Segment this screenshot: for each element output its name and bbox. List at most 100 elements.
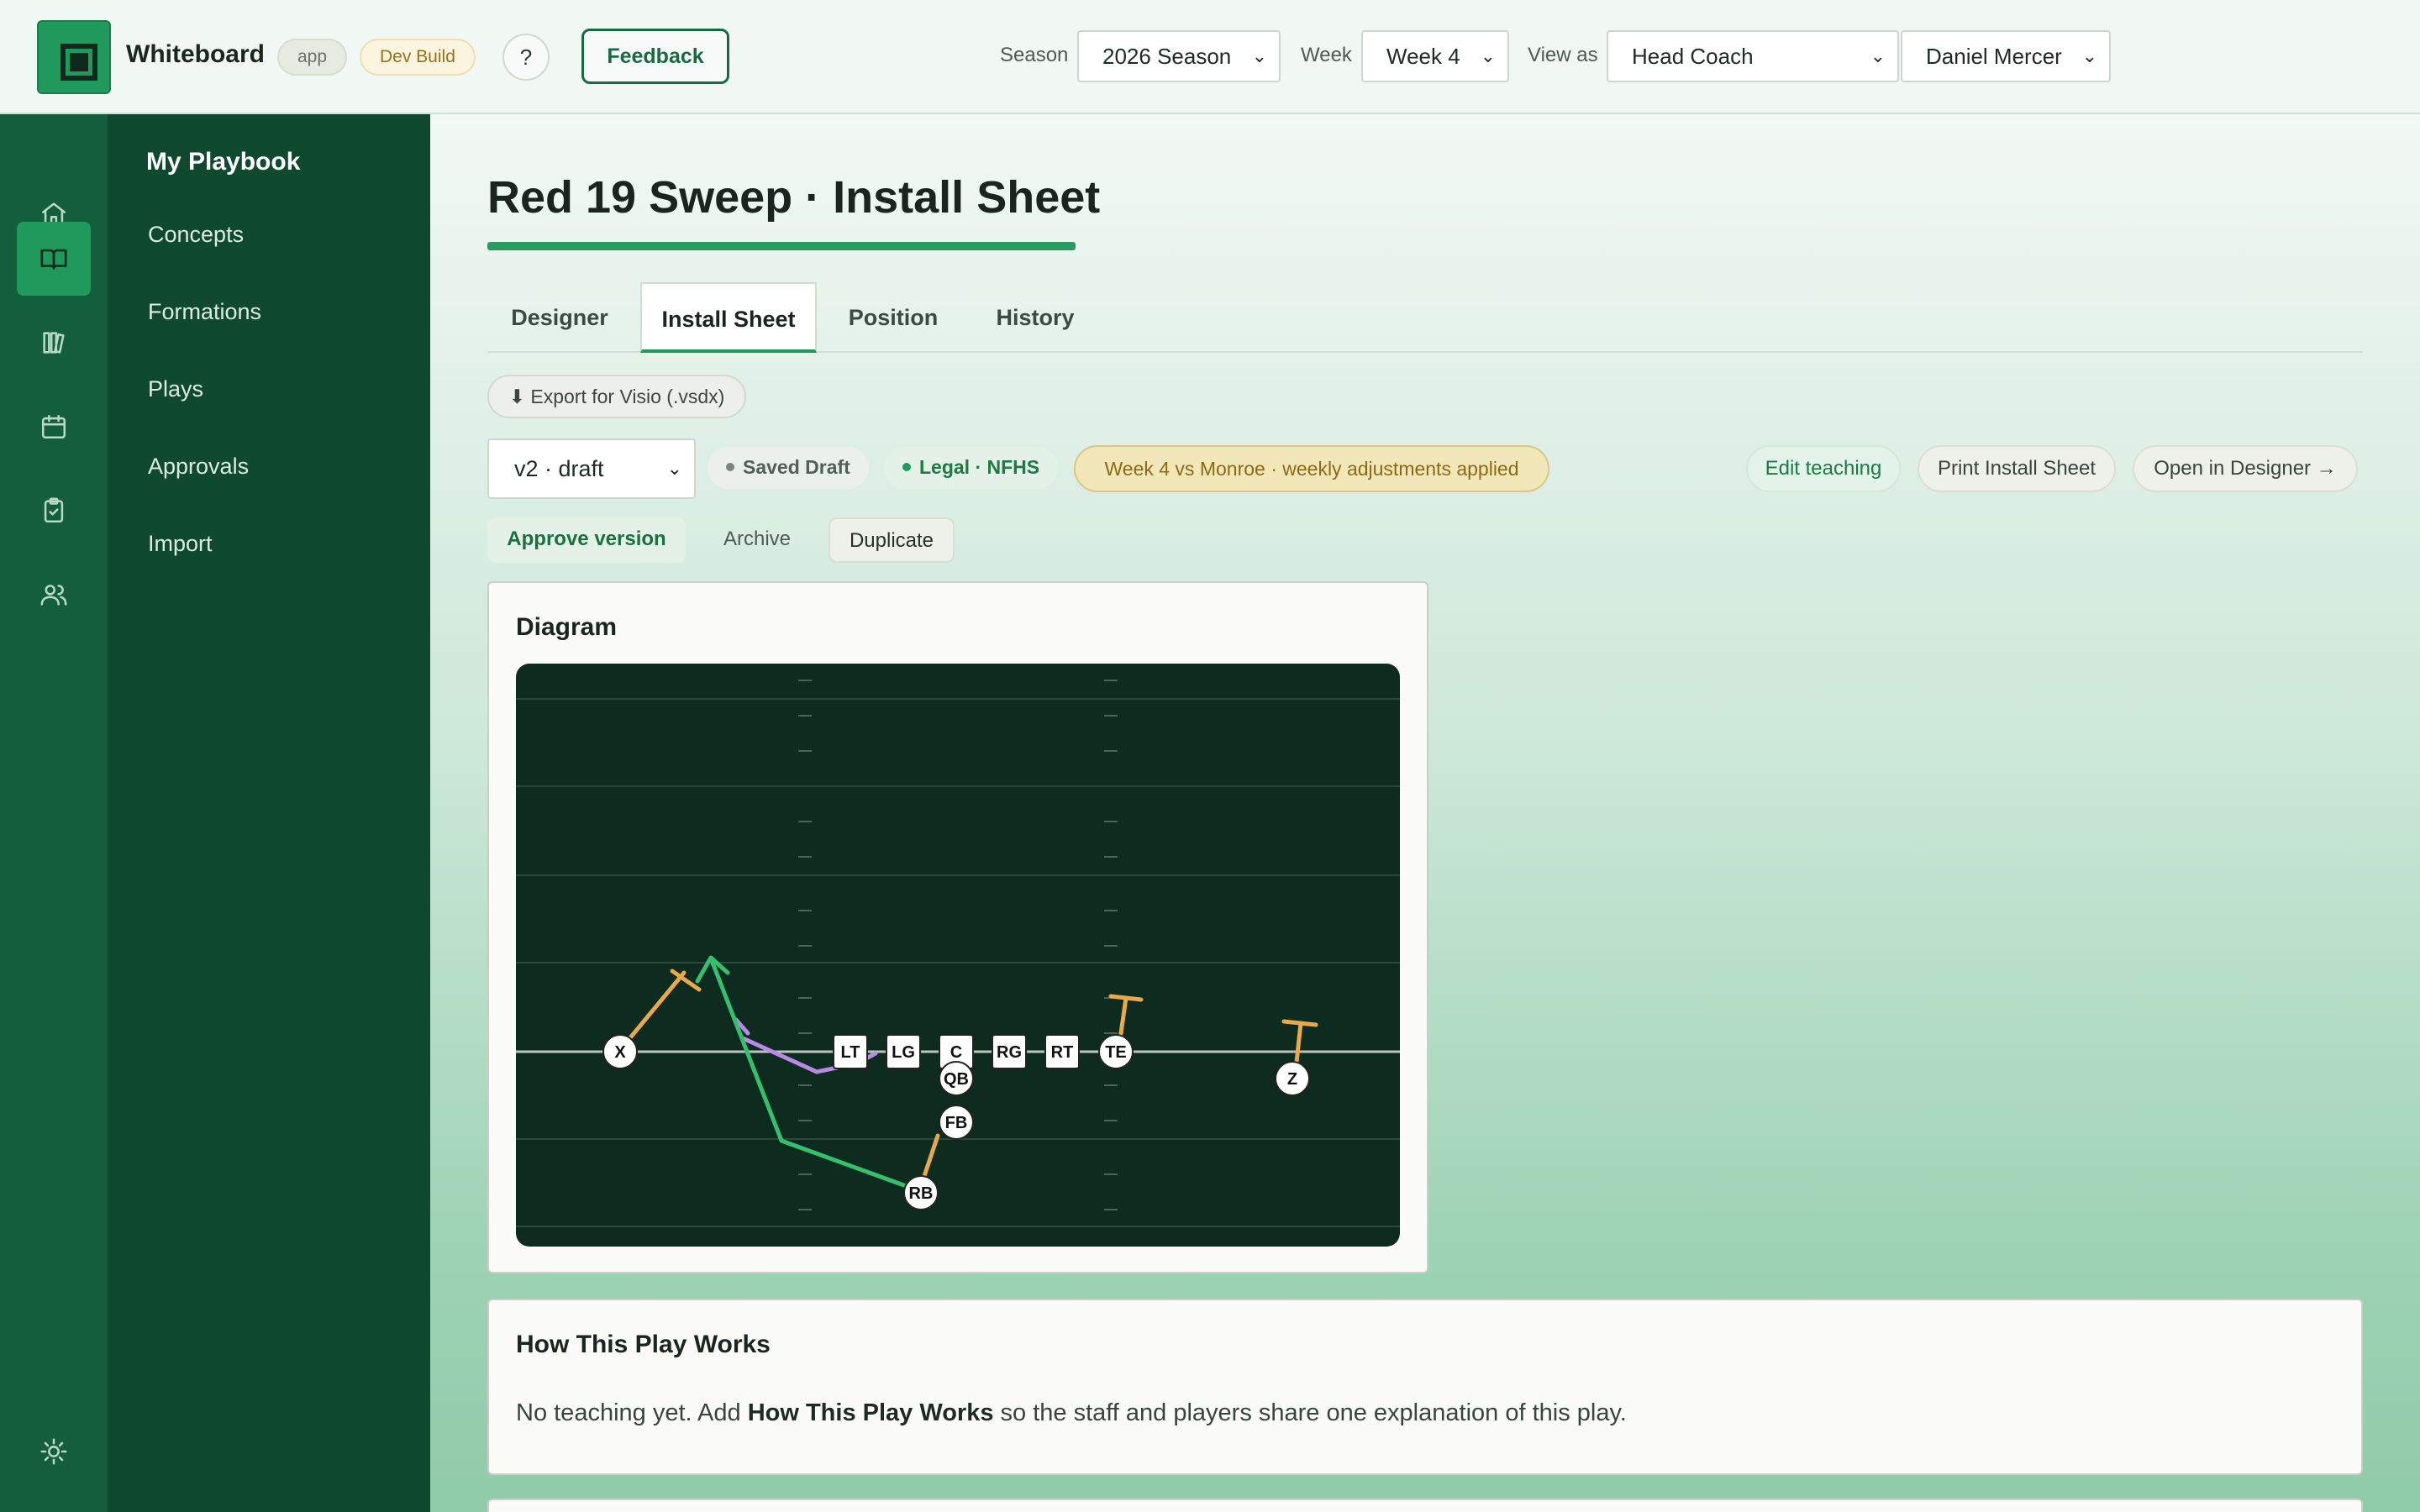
- player-x[interactable]: X: [602, 1034, 638, 1069]
- player-te[interactable]: TE: [1098, 1034, 1134, 1069]
- player-rt[interactable]: RT: [1044, 1034, 1080, 1069]
- player-label: Z: [1287, 1070, 1297, 1089]
- player-qb[interactable]: QB: [939, 1061, 974, 1096]
- tab-designer[interactable]: Designer: [487, 282, 632, 353]
- clipboard-check-icon: [44, 497, 64, 523]
- week-label: Week: [1301, 44, 1352, 66]
- player-z[interactable]: Z: [1275, 1061, 1310, 1096]
- user-value: Daniel Mercer: [1926, 44, 2062, 69]
- player-label: TE: [1105, 1043, 1127, 1062]
- how-play-works-text: No teaching yet. Add How This Play Works…: [516, 1399, 1627, 1427]
- play-diagram-svg: X LT LG C RG RT TE QB FB RB Z: [516, 680, 1400, 1227]
- sidebar-item-approvals[interactable]: Approvals: [148, 454, 249, 480]
- calendar-icon: [41, 414, 66, 439]
- tab-history[interactable]: History: [970, 282, 1101, 353]
- legal-label: Legal · NFHS: [919, 456, 1040, 478]
- player-label: QB: [944, 1070, 969, 1089]
- view-as-select[interactable]: Head Coach ⌄: [1607, 30, 1899, 82]
- player-rb[interactable]: RB: [903, 1175, 939, 1210]
- whiteboard-logo-icon[interactable]: [37, 20, 111, 94]
- player-label: FB: [945, 1114, 968, 1132]
- approve-version-button[interactable]: Approve version: [487, 517, 686, 563]
- brand-name: Whiteboard: [126, 40, 265, 68]
- archive-button[interactable]: Archive: [702, 517, 812, 563]
- help-button[interactable]: ?: [502, 34, 550, 81]
- user-select[interactable]: Daniel Mercer ⌄: [1901, 30, 2111, 82]
- app-tag: app: [277, 39, 348, 76]
- version-select[interactable]: v2 · draft ⌄: [487, 438, 696, 499]
- chevron-down-icon: ⌄: [2081, 45, 2097, 66]
- how-play-works-card: How This Play Works No teaching yet. Add…: [487, 1299, 2363, 1475]
- print-install-sheet-button[interactable]: Print Install Sheet: [1918, 445, 2116, 492]
- rail-users[interactable]: [17, 558, 91, 632]
- sidebar-title: My Playbook: [146, 148, 301, 176]
- how-text-part: No teaching yet. Add: [516, 1399, 748, 1426]
- chevron-down-icon: ⌄: [1870, 45, 1886, 66]
- icon-rail: [0, 114, 109, 1512]
- player-label: LG: [892, 1043, 915, 1062]
- diagram-title: Diagram: [516, 613, 618, 641]
- season-select[interactable]: 2026 Season ⌄: [1077, 30, 1281, 82]
- view-as-label: View as: [1528, 44, 1598, 66]
- open-in-designer-button[interactable]: Open in Designer →: [2133, 445, 2358, 492]
- status-dot-icon: [726, 463, 734, 471]
- tab-bar: Designer Install Sheet Position History: [487, 282, 2363, 353]
- status-dot-icon: [902, 463, 911, 471]
- season-label: Season: [1000, 44, 1069, 66]
- version-value: v2 · draft: [514, 456, 604, 481]
- season-value: 2026 Season: [1102, 44, 1232, 69]
- player-lg[interactable]: LG: [886, 1034, 921, 1069]
- library-icon: [43, 332, 65, 354]
- playbook-sidebar: My Playbook Concepts Formations Plays Ap…: [109, 114, 430, 1512]
- week-select[interactable]: Week 4 ⌄: [1361, 30, 1509, 82]
- player-label: RG: [997, 1043, 1022, 1062]
- week-value: Week 4: [1386, 44, 1460, 69]
- next-card: [487, 1499, 2363, 1512]
- tab-position[interactable]: Position: [822, 282, 965, 353]
- view-as-value: Head Coach: [1632, 44, 1754, 69]
- rail-theme-toggle[interactable]: [17, 1415, 91, 1488]
- rail-library[interactable]: [17, 306, 91, 380]
- chevron-down-icon: ⌄: [666, 458, 682, 479]
- rail-playbook[interactable]: [17, 222, 91, 296]
- sidebar-item-import[interactable]: Import: [148, 531, 213, 557]
- rail-approvals[interactable]: [17, 474, 91, 548]
- play-diagram-field[interactable]: X LT LG C RG RT TE QB FB RB Z: [516, 664, 1400, 1247]
- rail-calendar[interactable]: [17, 390, 91, 464]
- page-title: Red 19 Sweep · Install Sheet: [487, 172, 1101, 223]
- dev-build-tag: Dev Build: [360, 39, 476, 76]
- player-fb[interactable]: FB: [939, 1105, 974, 1140]
- tab-install-sheet[interactable]: Install Sheet: [640, 282, 817, 353]
- player-label: RB: [909, 1184, 934, 1203]
- export-visio-button[interactable]: ⬇ Export for Visio (.vsdx): [487, 375, 746, 418]
- title-underline: [487, 242, 1076, 250]
- duplicate-button[interactable]: Duplicate: [829, 517, 955, 563]
- run-route: [695, 955, 913, 1190]
- main-content: Red 19 Sweep · Install Sheet Designer In…: [430, 114, 2420, 1512]
- edit-teaching-button[interactable]: Edit teaching: [1746, 445, 1901, 492]
- chevron-down-icon: ⌄: [1480, 45, 1496, 66]
- book-icon: [40, 249, 67, 270]
- how-play-works-title: How This Play Works: [516, 1331, 771, 1358]
- users-icon: [40, 585, 67, 606]
- how-text-part: so the staff and players share one expla…: [993, 1399, 1627, 1426]
- diagram-card: Diagram X LT LG C RG RT TE QB FB RB Z: [487, 581, 1428, 1273]
- sidebar-item-concepts[interactable]: Concepts: [148, 222, 244, 248]
- saved-draft-label: Saved Draft: [743, 456, 850, 478]
- chevron-down-icon: ⌄: [1251, 45, 1267, 66]
- player-label: X: [614, 1043, 626, 1062]
- player-label: LT: [841, 1043, 860, 1062]
- weekly-adjustment-notice: Week 4 vs Monroe · weekly adjustments ap…: [1074, 445, 1549, 492]
- yard-lines: [516, 698, 1400, 1227]
- sun-icon: [40, 1438, 67, 1465]
- how-text-bold: How This Play Works: [747, 1399, 994, 1426]
- feedback-button[interactable]: Feedback: [581, 29, 729, 84]
- top-header: Whiteboard app Dev Build ? Feedback Seas…: [0, 0, 2420, 114]
- legal-badge: Legal · NFHS: [884, 447, 1059, 489]
- sidebar-item-formations[interactable]: Formations: [148, 299, 261, 325]
- sidebar-item-plays[interactable]: Plays: [148, 376, 203, 402]
- player-lt[interactable]: LT: [833, 1034, 868, 1069]
- player-rg[interactable]: RG: [992, 1034, 1027, 1069]
- saved-draft-badge: Saved Draft: [708, 447, 869, 489]
- player-label: RT: [1051, 1043, 1074, 1062]
